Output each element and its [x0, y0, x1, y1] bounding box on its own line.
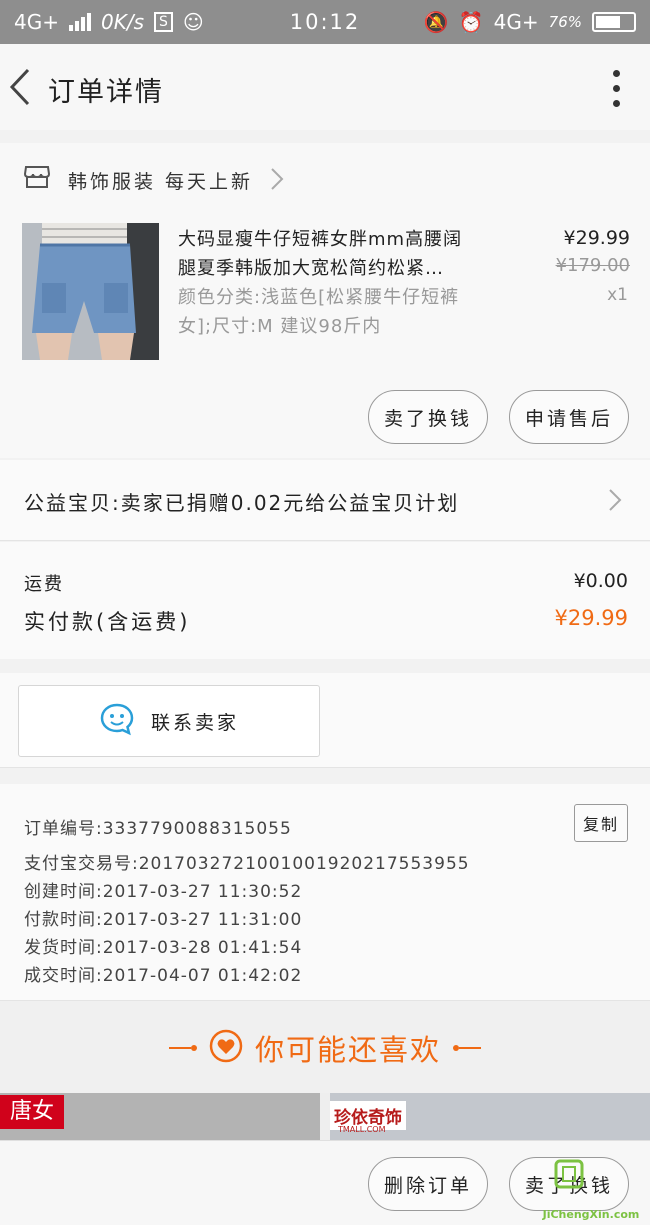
product-title: 大码显瘦牛仔短裤女胖mm高腰阔腿夏季韩版加大宽松简约松紧…: [178, 229, 463, 279]
chat-bubble-icon: [99, 702, 135, 740]
recommend-card[interactable]: 珍依奇饰 TMALL.COM: [330, 1093, 650, 1140]
recommend-title: 你可能还喜欢: [254, 1033, 441, 1067]
fee-section: 运费 ¥0.00 实付款(含运费) ¥29.99: [0, 542, 650, 659]
battery-percent: 76%: [548, 13, 582, 31]
page-title: 订单详情: [48, 77, 164, 108]
heart-icon: [209, 1029, 243, 1067]
product-quantity: x1: [607, 285, 628, 305]
nav-bar: 订单详情: [0, 44, 650, 130]
created-time: 创建时间:2017-03-27 11:30:52: [24, 882, 303, 902]
recommend-cards: 唐女 珍依奇饰 TMALL.COM: [0, 1093, 650, 1140]
paid-value: ¥29.99: [554, 606, 628, 630]
product-sku: 颜色分类:浅蓝色[松紧腰牛仔短裤女];尺寸:M 建议98斤内: [178, 287, 460, 337]
chevron-right-icon: [270, 167, 284, 195]
product-image[interactable]: [22, 223, 159, 360]
sell-exchange-button[interactable]: 卖了换钱: [368, 390, 488, 444]
mute-icon: 🔕: [423, 10, 449, 34]
shipping-label: 运费: [24, 574, 64, 595]
paid-label: 实付款(含运费): [24, 610, 191, 634]
order-number: 订单编号:3337790088315055: [24, 819, 292, 839]
charity-text: 公益宝贝:卖家已捐赠0.02元给公益宝贝计划: [24, 491, 460, 515]
alarm-icon: ⏰: [458, 10, 484, 34]
product-item[interactable]: 大码显瘦牛仔短裤女胖mm高腰阔腿夏季韩版加大宽松简约松紧… 颜色分类:浅蓝色[松…: [0, 213, 650, 458]
watermark: JiChengXin.com: [532, 1153, 650, 1225]
shop-name: 韩饰服装 每天上新: [68, 171, 254, 193]
watermark-url: JiChengXin.com: [542, 1208, 640, 1221]
watermark-logo: [554, 1159, 584, 1196]
shop-icon: [23, 165, 51, 193]
card-brand-sub: TMALL.COM: [338, 1125, 386, 1134]
more-icon[interactable]: [613, 70, 620, 107]
order-info: 订单编号:3337790088315055 复制 支付宝交易号:20170327…: [0, 784, 650, 1001]
bottom-action-bar: 删除订单 卖了换钱 JiChengXin.com: [0, 1140, 650, 1225]
status-bar: 4G+ 0K/s S ☺ 10:12 🔕 ⏰ 4G+ 76%: [0, 0, 650, 44]
charity-row[interactable]: 公益宝贝:卖家已捐赠0.02元给公益宝贝计划: [0, 460, 650, 541]
paid-time: 付款时间:2017-03-27 11:31:00: [24, 910, 303, 930]
apply-aftersale-button[interactable]: 申请售后: [509, 390, 629, 444]
network-type-right: 4G+: [493, 10, 539, 34]
completed-time: 成交时间:2017-04-07 01:42:02: [24, 966, 303, 986]
contact-seller-button[interactable]: 联系卖家: [18, 685, 320, 757]
product-price: ¥29.99: [563, 227, 630, 249]
battery-fill: [596, 16, 621, 28]
product-original-price: ¥179.00: [555, 255, 630, 276]
contact-section: 联系卖家: [0, 673, 650, 768]
shipping-value: ¥0.00: [573, 570, 628, 592]
delete-order-button[interactable]: 删除订单: [368, 1157, 488, 1211]
contact-seller-label: 联系卖家: [150, 711, 239, 734]
recommend-header: 你可能还喜欢: [0, 1001, 650, 1093]
shipped-time: 发货时间:2017-03-28 01:41:54: [24, 938, 303, 958]
copy-button[interactable]: 复制: [574, 804, 628, 842]
battery-icon: [592, 12, 636, 32]
alipay-trade-number: 支付宝交易号:2017032721001001920217553955: [24, 854, 470, 874]
recommend-card[interactable]: 唐女: [0, 1093, 320, 1140]
card-brand-logo: 唐女: [0, 1095, 65, 1129]
back-icon[interactable]: [8, 66, 34, 112]
shop-row[interactable]: 韩饰服装 每天上新: [0, 143, 650, 213]
chevron-right-icon: [608, 488, 622, 516]
divider-right: [453, 1045, 481, 1051]
divider-left: [168, 1045, 197, 1051]
